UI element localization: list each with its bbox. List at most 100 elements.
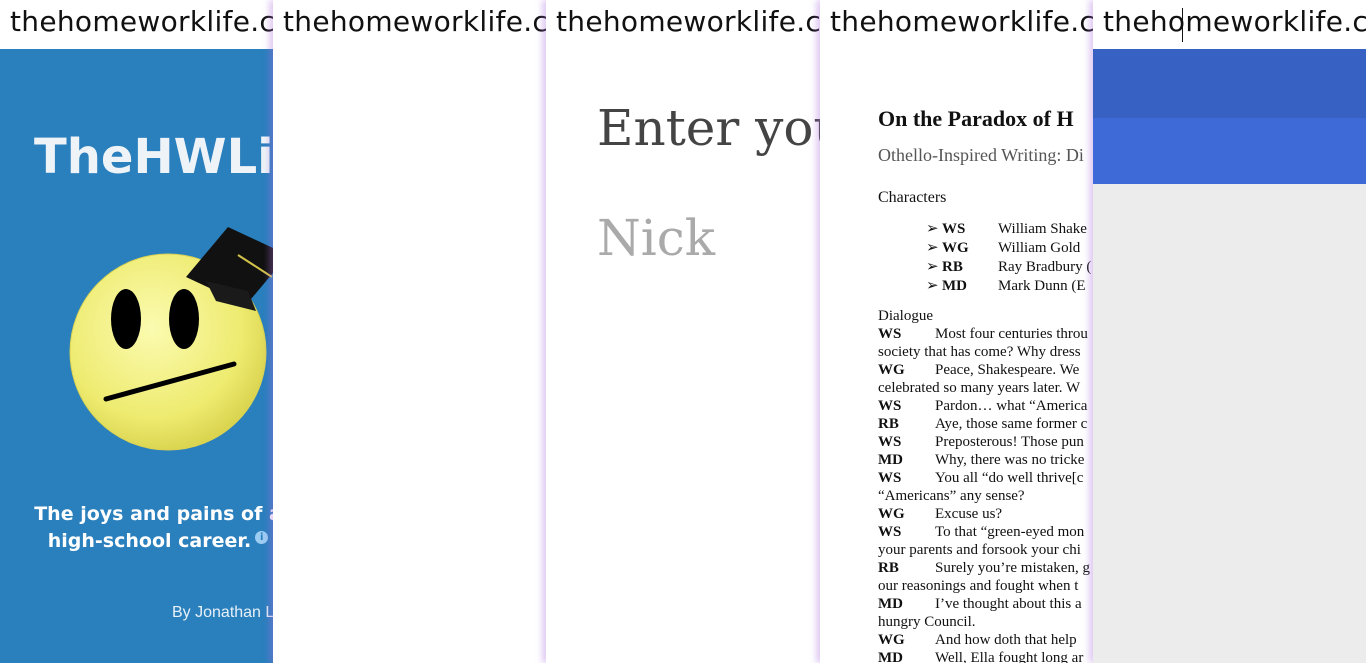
- speaker: RB: [878, 416, 899, 432]
- dialogue-line: WG Excuse us?: [878, 505, 1093, 523]
- speech: society that has come? Why dress: [878, 344, 1081, 360]
- dialogue-line: our reasonings and fought when t: [878, 577, 1093, 595]
- character-name: William Gold: [998, 240, 1081, 256]
- arrow-bullet-icon: ➢: [926, 259, 939, 275]
- speech: Why, there was no tricke: [935, 452, 1085, 468]
- dialogue-line: hungry Council.: [878, 613, 1093, 631]
- screen-panel-4: thehomeworklife.com On the Paradox of H …: [820, 0, 1093, 663]
- address-bar[interactable]: thehomeworklife.com: [546, 0, 820, 49]
- address-bar-url[interactable]: thehomeworklife.com: [10, 5, 273, 38]
- arrow-bullet-icon: ➢: [926, 221, 939, 237]
- speaker: MD: [878, 650, 903, 663]
- address-bar[interactable]: thehomeworklife.com: [0, 0, 273, 49]
- graduate-smiley-icon: [69, 227, 273, 451]
- character-abbr: WG: [942, 240, 969, 256]
- essay-document: On the Paradox of H Othello-Inspired Wri…: [820, 49, 1093, 663]
- site-title: TheHWLife: [34, 129, 273, 185]
- speech: Well, Ella fought long ar: [935, 650, 1084, 663]
- site-tagline: The joys and pains of a high-school care…: [0, 501, 273, 555]
- character-item: ➢ WS William Shake: [926, 219, 1091, 238]
- address-bar-url[interactable]: thehomeworklife.com: [830, 5, 1093, 38]
- character-name: Mark Dunn (E: [998, 278, 1086, 294]
- character-abbr: RB: [942, 259, 963, 275]
- character-name: Ray Bradbury (: [998, 259, 1092, 275]
- dialogue-heading: Dialogue: [878, 308, 933, 324]
- address-bar-url[interactable]: thehomeworklife.com: [556, 5, 820, 38]
- speaker: WS: [878, 434, 902, 450]
- speech: Preposterous! Those pun: [935, 434, 1084, 450]
- speech: hungry Council.: [878, 614, 976, 630]
- document-title: On the Paradox of H: [878, 106, 1074, 131]
- speaker: WG: [878, 632, 905, 648]
- text-caret: [1182, 8, 1183, 42]
- speech: Peace, Shakespeare. We: [935, 362, 1080, 378]
- screen-panel-3: thehomeworklife.com Enter your Nick: [546, 0, 820, 663]
- speaker: WS: [878, 398, 902, 414]
- screen-panel-1: thehomeworklife.com TheHWLife The joys a…: [0, 0, 273, 663]
- speech: celebrated so many years later. W: [878, 380, 1081, 396]
- name-entry-page: Enter your Nick: [546, 49, 820, 663]
- dialogue-line: MD I’ve thought about this a: [878, 595, 1093, 613]
- speaker: WS: [878, 524, 902, 540]
- dialogue-line: WG Peace, Shakespeare. We: [878, 361, 1093, 379]
- speech: Aye, those same former c: [935, 416, 1088, 432]
- info-icon[interactable]: i: [255, 531, 269, 544]
- speaker: RB: [878, 560, 899, 576]
- speech: I’ve thought about this a: [935, 596, 1082, 612]
- character-abbr: WS: [942, 221, 966, 237]
- address-bar[interactable]: thehomeworklife.com: [273, 0, 546, 49]
- dialogue-line: celebrated so many years later. W: [878, 379, 1093, 397]
- dialogue-line: WS Pardon… what “America: [878, 397, 1093, 415]
- speaker: WS: [878, 470, 902, 486]
- address-bar[interactable]: thehomeworklife.com: [820, 0, 1093, 49]
- address-bar-url[interactable]: thehomeworklife.com: [283, 5, 546, 38]
- screen-panel-2: thehomeworklife.com: [273, 0, 546, 663]
- speaker: WG: [878, 506, 905, 522]
- address-bar[interactable]: thehomeworklife.com: [1093, 0, 1366, 49]
- blank-page: [273, 49, 546, 663]
- landing-hero: TheHWLife The joys and pains of a high-s…: [0, 49, 273, 663]
- tagline-line-1: The joys and pains of a: [34, 503, 273, 525]
- dialogue-line: MD Well, Ella fought long ar: [878, 649, 1093, 663]
- arrow-bullet-icon: ➢: [926, 240, 939, 256]
- speech: Surely you’re mistaken, g: [935, 560, 1090, 576]
- speech: “Americans” any sense?: [878, 488, 1025, 504]
- author-byline: By Jonathan L: [172, 604, 273, 621]
- document-subtitle: Othello-Inspired Writing: Di: [878, 145, 1084, 165]
- speaker: MD: [878, 452, 903, 468]
- loading-page: [1093, 49, 1366, 663]
- character-item: ➢ WG William Gold: [926, 238, 1091, 257]
- dialogue-section: Dialogue WS Most four centuries throu soc…: [878, 307, 1093, 663]
- speaker: WG: [878, 362, 905, 378]
- speech: Pardon… what “America: [935, 398, 1088, 414]
- arrow-bullet-icon: ➢: [926, 278, 939, 294]
- dialogue-line: WS Preposterous! Those pun: [878, 433, 1093, 451]
- dialogue-line: WS To that “green-eyed mon: [878, 523, 1093, 541]
- characters-heading: Characters: [878, 189, 947, 206]
- character-item: ➢ MD Mark Dunn (E: [926, 276, 1091, 295]
- dialogue-line: your parents and forsook your chi: [878, 541, 1093, 559]
- tagline-line-2: high-school career.: [47, 530, 252, 552]
- speech: To that “green-eyed mon: [935, 524, 1085, 540]
- dialogue-line: RB Surely you’re mistaken, g: [878, 559, 1093, 577]
- speaker: WS: [878, 326, 902, 342]
- dialogue-line: MD Why, there was no tricke: [878, 451, 1093, 469]
- address-bar-url[interactable]: thehomeworklife.com: [1103, 5, 1366, 38]
- name-input[interactable]: Nick: [597, 209, 715, 267]
- dialogue-line: WG And how doth that help: [878, 631, 1093, 649]
- speech: You all “do well thrive[c: [935, 470, 1084, 486]
- dialogue-line: WS Most four centuries throu: [878, 325, 1093, 343]
- speaker: MD: [878, 596, 903, 612]
- characters-list: ➢ WS William Shake ➢ WG William Gold ➢ RB Ray …: [926, 219, 1091, 295]
- dialogue-line: society that has come? Why dress: [878, 343, 1093, 361]
- character-name: William Shake: [998, 221, 1087, 237]
- name-prompt-heading: Enter your: [597, 99, 820, 157]
- top-banner: [1093, 49, 1366, 118]
- dialogue-line: RB Aye, those same former c: [878, 415, 1093, 433]
- speech: And how doth that help: [935, 632, 1077, 648]
- nav-banner: [1093, 118, 1366, 184]
- speech: our reasonings and fought when t: [878, 578, 1079, 594]
- character-abbr: MD: [942, 278, 967, 294]
- speech: Most four centuries throu: [935, 326, 1088, 342]
- speech: your parents and forsook your chi: [878, 542, 1081, 558]
